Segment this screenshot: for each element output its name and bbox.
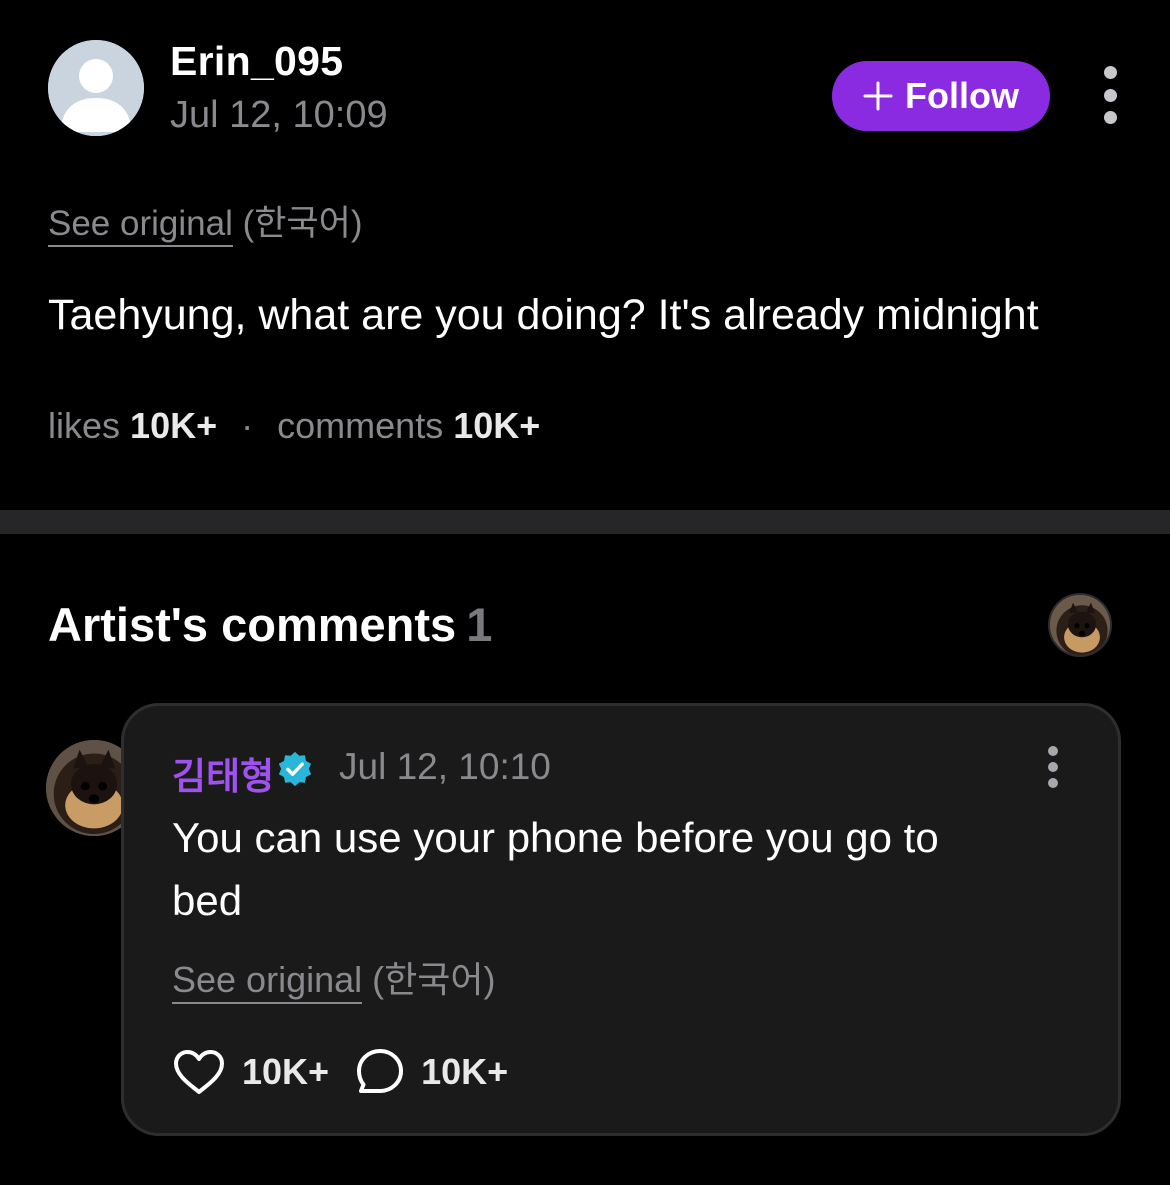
see-original-link[interactable]: See original	[48, 204, 233, 247]
section-divider	[0, 510, 1170, 534]
verified-badge-icon	[278, 751, 312, 787]
artist-comments-heading: Artist's comments	[48, 598, 457, 651]
likes-count[interactable]: 10K+	[130, 405, 217, 446]
comments-label: comments	[277, 405, 444, 446]
comments-count[interactable]: 10K+	[453, 405, 540, 446]
plus-icon	[863, 81, 893, 111]
fan-post: Erin_095 Jul 12, 10:09 Follow See origin…	[0, 0, 1170, 510]
artist-comments-title: Artist's comments 1	[48, 597, 492, 652]
artist-comment-card: 김태형 Jul 12, 10:10 You can use your phone…	[121, 703, 1121, 1136]
see-original-row: See original (한국어)	[48, 195, 363, 247]
speech-bubble-icon	[357, 1049, 404, 1093]
follow-button[interactable]: Follow	[832, 61, 1050, 131]
post-timestamp: Jul 12, 10:09	[170, 94, 388, 136]
comment-actions: 10K+ 10K+	[172, 1046, 508, 1098]
original-language: (한국어)	[242, 204, 363, 243]
comment-original-language: (한국어)	[372, 959, 496, 1000]
comment-see-original-row: See original (한국어)	[172, 951, 496, 1004]
comment-body-text: You can use your phone before you go to …	[172, 814, 939, 924]
comment-more-options-icon[interactable]	[1038, 746, 1068, 788]
person-silhouette-icon	[48, 40, 144, 136]
post-detail-screen: Erin_095 Jul 12, 10:09 Follow See origin…	[0, 0, 1170, 1185]
follow-label: Follow	[905, 75, 1019, 116]
artist-comments-count: 1	[466, 598, 493, 651]
like-count: 10K+	[242, 1051, 330, 1092]
comment-timestamp: Jul 12, 10:10	[339, 746, 551, 787]
heart-outline-icon	[174, 1050, 224, 1094]
author-avatar[interactable]	[48, 40, 144, 136]
stats-separator: ·	[241, 405, 254, 446]
dog-photo-avatar	[1050, 595, 1110, 655]
post-stats: likes 10K+ · comments 10K+	[48, 405, 540, 447]
reply-count: 10K+	[421, 1051, 509, 1092]
artist-header-avatar[interactable]	[1048, 593, 1112, 657]
artist-name[interactable]: 김태형	[172, 746, 274, 800]
post-body-text: Taehyung, what are you doing? It's alrea…	[48, 291, 1039, 339]
reply-button[interactable]: 10K+	[355, 1047, 508, 1097]
comment-see-original-link[interactable]: See original	[172, 959, 363, 1004]
author-name[interactable]: Erin_095	[170, 38, 343, 85]
post-more-options-icon[interactable]	[1095, 66, 1125, 124]
like-button[interactable]: 10K+	[172, 1048, 329, 1096]
likes-label: likes	[48, 405, 121, 446]
